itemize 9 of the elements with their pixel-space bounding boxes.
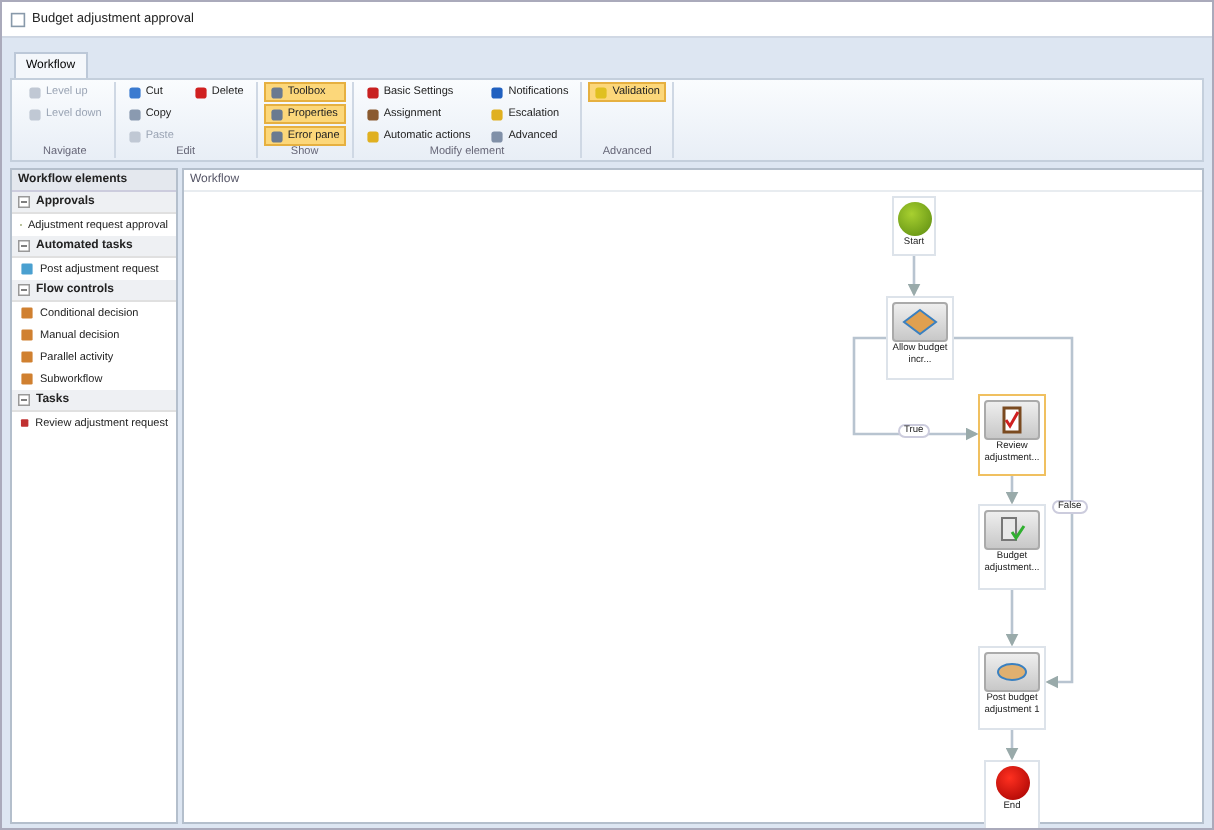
collapse-icon bbox=[18, 284, 30, 296]
collapse-icon bbox=[18, 240, 30, 252]
connector bbox=[1005, 730, 1019, 761]
clipboard-icon bbox=[984, 400, 1040, 440]
app-icon bbox=[10, 11, 26, 27]
document-check-icon bbox=[984, 510, 1040, 550]
collapse-icon bbox=[18, 394, 30, 406]
connector bbox=[907, 256, 921, 297]
collapse-icon bbox=[18, 196, 30, 208]
